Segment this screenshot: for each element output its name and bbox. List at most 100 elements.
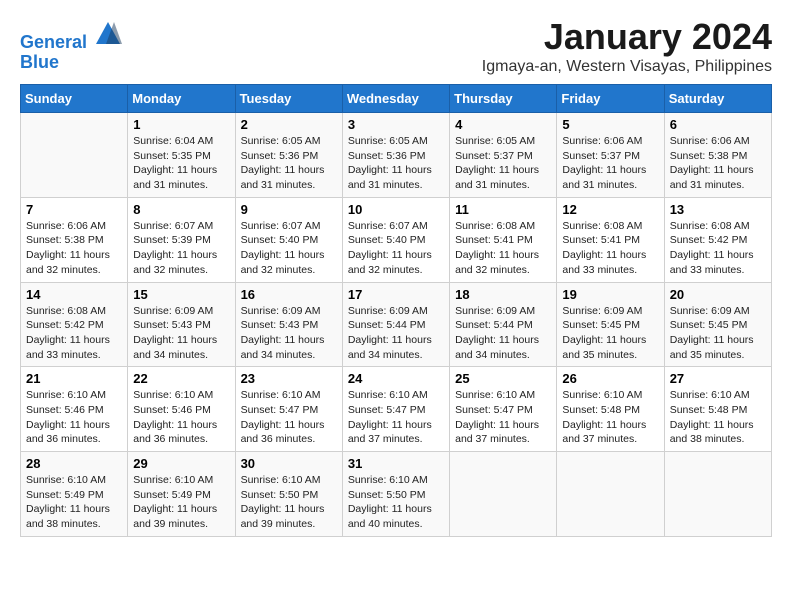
calendar-cell: 22 Sunrise: 6:10 AM Sunset: 5:46 PM Dayli… (128, 367, 235, 452)
calendar-week-row: 21 Sunrise: 6:10 AM Sunset: 5:46 PM Dayli… (21, 367, 772, 452)
header-monday: Monday (128, 85, 235, 113)
calendar-cell: 19 Sunrise: 6:09 AM Sunset: 5:45 PM Dayli… (557, 282, 664, 367)
logo-text: General (20, 20, 122, 53)
day-info: Sunrise: 6:10 AM Sunset: 5:46 PM Dayligh… (26, 388, 122, 447)
calendar-cell: 29Sunrise: 6:10 AM Sunset: 5:49 PM Dayli… (128, 452, 235, 537)
calendar-cell: 9Sunrise: 6:07 AM Sunset: 5:40 PM Daylig… (235, 197, 342, 282)
header-saturday: Saturday (664, 85, 771, 113)
day-info: Sunrise: 6:07 AM Sunset: 5:40 PM Dayligh… (348, 219, 444, 278)
calendar-week-row: 1 Sunrise: 6:04 AM Sunset: 5:35 PM Daylig… (21, 113, 772, 198)
day-info: Sunrise: 6:10 AM Sunset: 5:47 PM Dayligh… (455, 388, 551, 447)
day-info: Sunrise: 6:04 AM Sunset: 5:35 PM Dayligh… (133, 134, 229, 193)
calendar-cell: 16Sunrise: 6:09 AM Sunset: 5:43 PM Dayli… (235, 282, 342, 367)
day-info: Sunrise: 6:07 AM Sunset: 5:40 PM Dayligh… (241, 219, 337, 278)
calendar-cell: 20 Sunrise: 6:09 AM Sunset: 5:45 PM Dayli… (664, 282, 771, 367)
calendar-cell: 10 Sunrise: 6:07 AM Sunset: 5:40 PM Dayli… (342, 197, 449, 282)
calendar-cell: 24 Sunrise: 6:10 AM Sunset: 5:47 PM Dayli… (342, 367, 449, 452)
calendar-cell: 26 Sunrise: 6:10 AM Sunset: 5:48 PM Dayli… (557, 367, 664, 452)
day-info: Sunrise: 6:10 AM Sunset: 5:48 PM Dayligh… (562, 388, 658, 447)
day-number: 25 (455, 371, 551, 386)
location-title: Igmaya-an, Western Visayas, Philippines (482, 58, 772, 76)
day-number: 8 (133, 202, 229, 217)
title-area: January 2024 Igmaya-an, Western Visayas,… (482, 16, 772, 76)
day-number: 24 (348, 371, 444, 386)
day-info: Sunrise: 6:09 AM Sunset: 5:44 PM Dayligh… (348, 304, 444, 363)
header-friday: Friday (557, 85, 664, 113)
day-number: 23 (241, 371, 337, 386)
day-number: 11 (455, 202, 551, 217)
day-number: 18 (455, 287, 551, 302)
day-info: Sunrise: 6:05 AM Sunset: 5:36 PM Dayligh… (348, 134, 444, 193)
calendar-cell: 12 Sunrise: 6:08 AM Sunset: 5:41 PM Dayli… (557, 197, 664, 282)
calendar-cell: 4Sunrise: 6:05 AM Sunset: 5:37 PM Daylig… (450, 113, 557, 198)
day-info: Sunrise: 6:09 AM Sunset: 5:45 PM Dayligh… (670, 304, 766, 363)
day-number: 30 (241, 456, 337, 471)
calendar-cell: 8Sunrise: 6:07 AM Sunset: 5:39 PM Daylig… (128, 197, 235, 282)
day-number: 7 (26, 202, 122, 217)
calendar-cell: 23 Sunrise: 6:10 AM Sunset: 5:47 PM Dayli… (235, 367, 342, 452)
calendar-cell: 28 Sunrise: 6:10 AM Sunset: 5:49 PM Dayli… (21, 452, 128, 537)
day-info: Sunrise: 6:10 AM Sunset: 5:48 PM Dayligh… (670, 388, 766, 447)
day-number: 5 (562, 117, 658, 132)
day-info: Sunrise: 6:08 AM Sunset: 5:42 PM Dayligh… (670, 219, 766, 278)
calendar-cell: 21 Sunrise: 6:10 AM Sunset: 5:46 PM Dayli… (21, 367, 128, 452)
day-number: 29 (133, 456, 229, 471)
header-tuesday: Tuesday (235, 85, 342, 113)
logo-general: General (20, 32, 87, 52)
day-number: 28 (26, 456, 122, 471)
logo-icon (94, 20, 122, 48)
day-number: 22 (133, 371, 229, 386)
calendar-week-row: 7 Sunrise: 6:06 AM Sunset: 5:38 PM Daylig… (21, 197, 772, 282)
calendar-cell: 5 Sunrise: 6:06 AM Sunset: 5:37 PM Daylig… (557, 113, 664, 198)
day-number: 10 (348, 202, 444, 217)
day-number: 26 (562, 371, 658, 386)
day-info: Sunrise: 6:05 AM Sunset: 5:37 PM Dayligh… (455, 134, 551, 193)
calendar-cell: 18 Sunrise: 6:09 AM Sunset: 5:44 PM Dayli… (450, 282, 557, 367)
day-info: Sunrise: 6:08 AM Sunset: 5:42 PM Dayligh… (26, 304, 122, 363)
calendar-cell: 7 Sunrise: 6:06 AM Sunset: 5:38 PM Daylig… (21, 197, 128, 282)
calendar-cell (21, 113, 128, 198)
day-info: Sunrise: 6:10 AM Sunset: 5:47 PM Dayligh… (241, 388, 337, 447)
day-info: Sunrise: 6:09 AM Sunset: 5:44 PM Dayligh… (455, 304, 551, 363)
calendar-cell: 27Sunrise: 6:10 AM Sunset: 5:48 PM Dayli… (664, 367, 771, 452)
calendar-header-row: SundayMondayTuesdayWednesdayThursdayFrid… (21, 85, 772, 113)
day-info: Sunrise: 6:10 AM Sunset: 5:47 PM Dayligh… (348, 388, 444, 447)
day-info: Sunrise: 6:06 AM Sunset: 5:38 PM Dayligh… (26, 219, 122, 278)
header-thursday: Thursday (450, 85, 557, 113)
day-number: 20 (670, 287, 766, 302)
day-info: Sunrise: 6:08 AM Sunset: 5:41 PM Dayligh… (562, 219, 658, 278)
day-number: 15 (133, 287, 229, 302)
day-info: Sunrise: 6:08 AM Sunset: 5:41 PM Dayligh… (455, 219, 551, 278)
day-info: Sunrise: 6:06 AM Sunset: 5:37 PM Dayligh… (562, 134, 658, 193)
day-info: Sunrise: 6:06 AM Sunset: 5:38 PM Dayligh… (670, 134, 766, 193)
calendar-cell: 13 Sunrise: 6:08 AM Sunset: 5:42 PM Dayli… (664, 197, 771, 282)
calendar-cell: 15 Sunrise: 6:09 AM Sunset: 5:43 PM Dayli… (128, 282, 235, 367)
day-info: Sunrise: 6:10 AM Sunset: 5:46 PM Dayligh… (133, 388, 229, 447)
calendar-cell: 30Sunrise: 6:10 AM Sunset: 5:50 PM Dayli… (235, 452, 342, 537)
day-info: Sunrise: 6:09 AM Sunset: 5:43 PM Dayligh… (241, 304, 337, 363)
day-info: Sunrise: 6:09 AM Sunset: 5:45 PM Dayligh… (562, 304, 658, 363)
day-info: Sunrise: 6:10 AM Sunset: 5:50 PM Dayligh… (348, 473, 444, 532)
day-number: 12 (562, 202, 658, 217)
calendar-table: SundayMondayTuesdayWednesdayThursdayFrid… (20, 84, 772, 537)
calendar-cell: 25 Sunrise: 6:10 AM Sunset: 5:47 PM Dayli… (450, 367, 557, 452)
month-title: January 2024 (482, 16, 772, 58)
calendar-cell (664, 452, 771, 537)
day-info: Sunrise: 6:10 AM Sunset: 5:49 PM Dayligh… (26, 473, 122, 532)
calendar-cell: 2 Sunrise: 6:05 AM Sunset: 5:36 PM Daylig… (235, 113, 342, 198)
day-info: Sunrise: 6:09 AM Sunset: 5:43 PM Dayligh… (133, 304, 229, 363)
calendar-cell (450, 452, 557, 537)
day-number: 2 (241, 117, 337, 132)
day-info: Sunrise: 6:05 AM Sunset: 5:36 PM Dayligh… (241, 134, 337, 193)
page-header: General Blue January 2024 Igmaya-an, Wes… (20, 16, 772, 76)
day-number: 13 (670, 202, 766, 217)
day-number: 1 (133, 117, 229, 132)
calendar-week-row: 28 Sunrise: 6:10 AM Sunset: 5:49 PM Dayli… (21, 452, 772, 537)
calendar-cell: 3Sunrise: 6:05 AM Sunset: 5:36 PM Daylig… (342, 113, 449, 198)
calendar-cell (557, 452, 664, 537)
calendar-cell: 31Sunrise: 6:10 AM Sunset: 5:50 PM Dayli… (342, 452, 449, 537)
day-number: 21 (26, 371, 122, 386)
day-number: 6 (670, 117, 766, 132)
logo: General Blue (20, 20, 122, 73)
day-number: 19 (562, 287, 658, 302)
